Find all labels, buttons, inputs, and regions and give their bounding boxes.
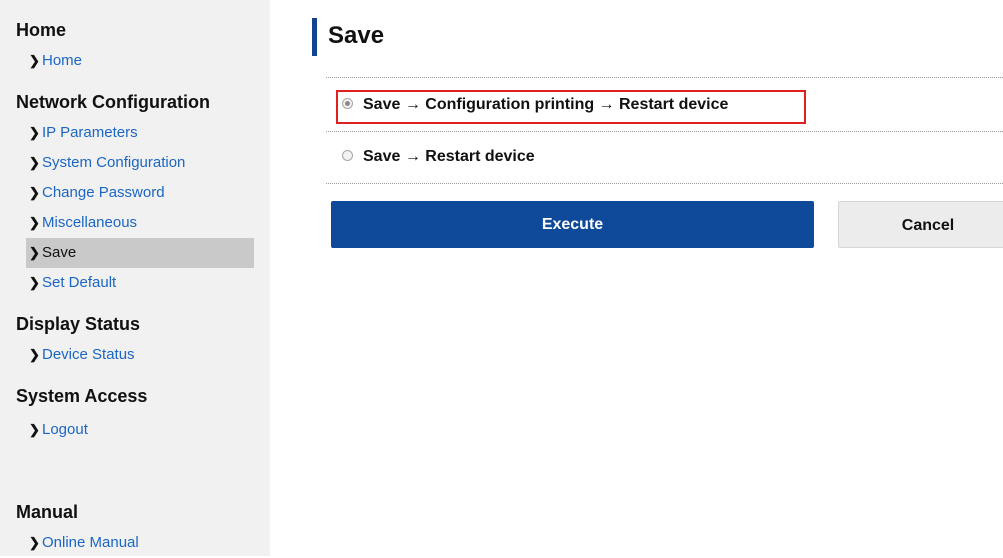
chevron-right-icon: ❯ — [29, 155, 40, 170]
chevron-right-icon: ❯ — [29, 53, 40, 68]
sidebar-item-home[interactable]: ❯ Home — [26, 46, 254, 76]
title-accent-bar — [312, 18, 317, 56]
option-save-restart[interactable]: Save → Restart device — [342, 144, 535, 170]
chevron-right-icon: ❯ — [29, 125, 40, 140]
section-title-manual: Manual — [16, 502, 79, 522]
page-title: Save — [328, 22, 385, 49]
sidebar-item-label: Home — [42, 52, 83, 69]
cancel-button[interactable]: Cancel — [838, 201, 1003, 248]
sidebar-item-label: Change Password — [42, 184, 165, 201]
highlight-box — [336, 90, 806, 124]
sidebar-item-ip-parameters[interactable]: ❯ IP Parameters — [26, 118, 254, 148]
section-title-network-configuration: Network Configuration — [16, 92, 210, 112]
sidebar-item-label: IP Parameters — [42, 124, 138, 141]
sidebar-item-label: Save — [42, 244, 77, 261]
sidebar-item-label: Set Default — [42, 274, 117, 291]
divider — [326, 131, 1003, 132]
section-title-display-status: Display Status — [16, 314, 141, 334]
sidebar-item-label: System Configuration — [42, 154, 186, 171]
sidebar-item-online-manual[interactable]: ❯ Online Manual — [26, 528, 254, 558]
chevron-right-icon: ❯ — [29, 535, 40, 550]
chevron-right-icon: ❯ — [29, 422, 40, 437]
sidebar-item-change-password[interactable]: ❯ Change Password — [26, 178, 254, 208]
chevron-right-icon: ❯ — [29, 347, 40, 362]
chevron-right-icon: ❯ — [29, 215, 40, 230]
chevron-right-icon: ❯ — [29, 185, 40, 200]
sidebar-item-label: Miscellaneous — [42, 214, 138, 231]
sidebar-item-label: Device Status — [42, 346, 135, 363]
sidebar-item-miscellaneous[interactable]: ❯ Miscellaneous — [26, 208, 254, 238]
sidebar-item-logout[interactable]: ❯ Logout — [26, 415, 254, 445]
section-title-home: Home — [16, 20, 67, 40]
section-title-system-access: System Access — [16, 386, 148, 406]
divider — [326, 183, 1003, 184]
sidebar-item-set-default[interactable]: ❯ Set Default — [26, 268, 254, 298]
option-label: Save → Restart device — [363, 148, 535, 165]
sidebar-item-label: Online Manual — [42, 534, 139, 551]
chevron-right-icon: ❯ — [29, 245, 40, 260]
sidebar-item-label: Logout — [42, 421, 88, 438]
execute-button[interactable]: Execute — [331, 201, 814, 248]
divider — [326, 77, 1003, 78]
sidebar-item-device-status[interactable]: ❯ Device Status — [26, 340, 254, 370]
radio-button[interactable] — [342, 150, 353, 162]
sidebar-item-system-configuration[interactable]: ❯ System Configuration — [26, 148, 254, 178]
sidebar-item-save[interactable]: ❯ Save — [26, 238, 254, 268]
sidebar: Home ❯ Home Network Configuration ❯ IP Par… — [0, 0, 270, 556]
chevron-right-icon: ❯ — [29, 275, 40, 290]
